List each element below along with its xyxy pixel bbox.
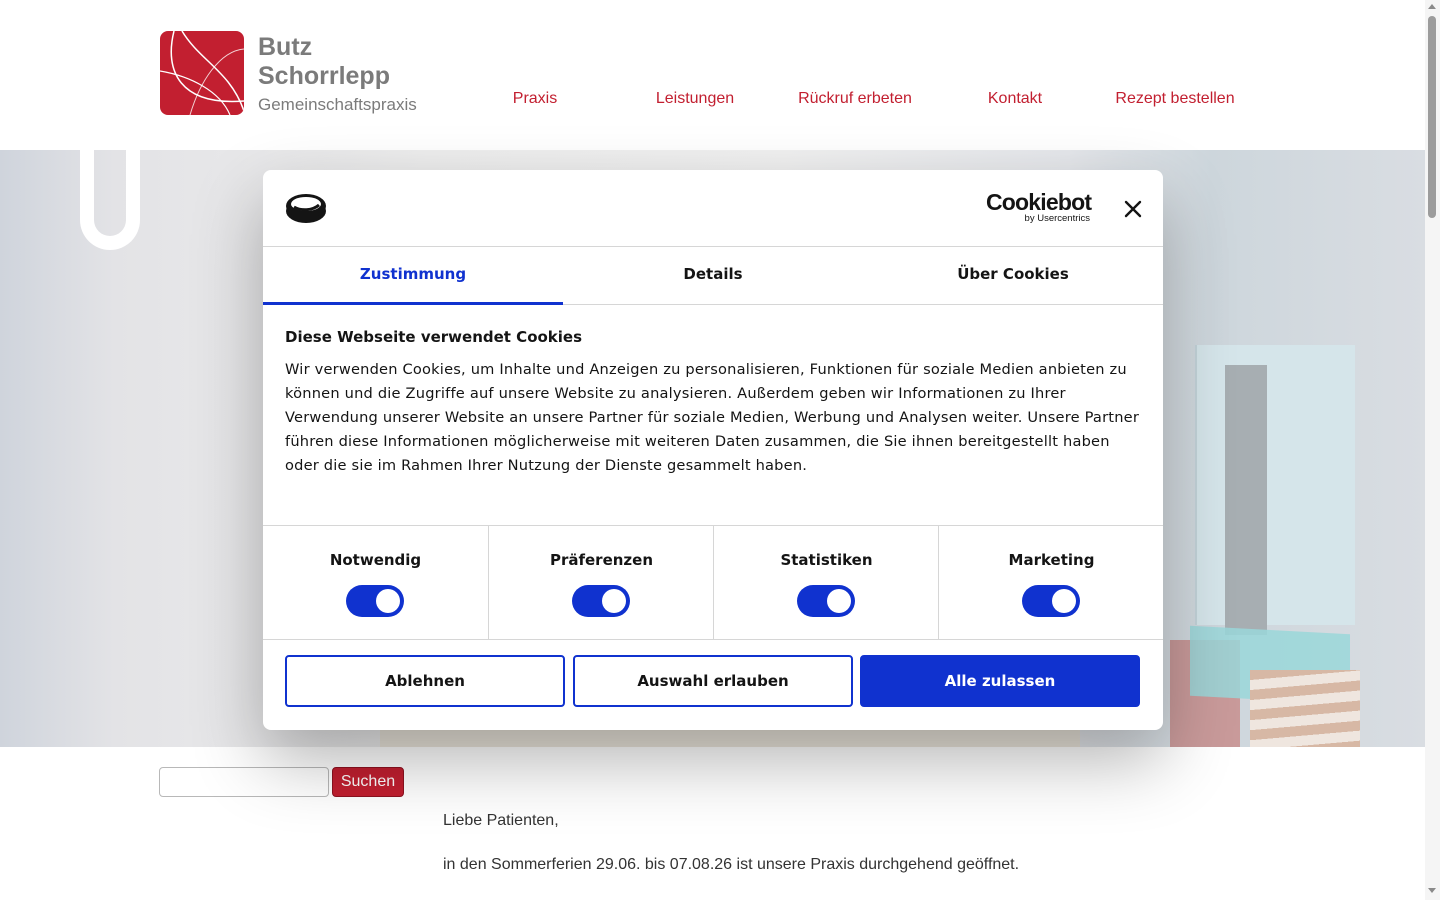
main-nav: Praxis Leistungen Rückruf erbeten Kontak…	[455, 90, 1270, 116]
logo-curves-graphic	[160, 31, 244, 115]
greeting-text: Liebe Patienten,	[443, 812, 559, 829]
holiday-notice-text: in den Sommerferien 29.06. bis 07.08.26 …	[443, 856, 1020, 873]
category-label: Statistiken	[780, 551, 873, 569]
logo-line1: Butz	[258, 33, 313, 61]
scroll-up-icon[interactable]	[1428, 4, 1436, 9]
nav-item-kontakt[interactable]: Kontakt	[988, 90, 1042, 108]
dialog-header: Cookiebot by Usercentrics	[263, 170, 1163, 247]
nav-item-rezept[interactable]: Rezept bestellen	[1115, 90, 1234, 108]
dialog-description: Wir verwenden Cookies, um Inhalte und An…	[285, 361, 1140, 474]
search-button[interactable]: Suchen	[332, 767, 404, 797]
toggle-knob	[827, 589, 851, 613]
consent-categories: Notwendig Präferenzen Statistiken Market…	[263, 525, 1163, 640]
close-icon[interactable]	[1121, 197, 1145, 221]
toggle-knob	[1052, 589, 1076, 613]
category-label: Notwendig	[329, 551, 422, 569]
cookiebot-logo[interactable]: Cookiebot by Usercentrics	[986, 189, 1092, 224]
allow-selection-button[interactable]: Auswahl erlauben	[573, 655, 853, 707]
decline-button[interactable]: Ablehnen	[285, 655, 565, 707]
tab-details[interactable]: Details	[563, 247, 863, 305]
toggle-statistiken[interactable]	[797, 585, 855, 617]
brand-byline: by Usercentrics	[1024, 213, 1090, 224]
dialog-tabs: Zustimmung Details Über Cookies	[263, 247, 1163, 305]
search-input[interactable]	[159, 767, 329, 797]
practice-logo-icon[interactable]	[160, 31, 244, 115]
page-scrollbar[interactable]	[1425, 0, 1440, 900]
toggle-marketing[interactable]	[1022, 585, 1080, 617]
toggle-knob	[602, 589, 626, 613]
logo-subtitle: Gemeinschaftspraxis	[258, 95, 417, 114]
tab-zustimmung[interactable]: Zustimmung	[263, 247, 563, 305]
brand-name: Cookiebot	[986, 189, 1092, 215]
cookiebot-badge-icon	[285, 192, 327, 228]
scroll-down-icon[interactable]	[1428, 888, 1436, 893]
scroll-thumb[interactable]	[1428, 16, 1436, 218]
toggle-notwendig[interactable]	[346, 585, 404, 617]
nav-item-rueckruf[interactable]: Rückruf erbeten	[798, 90, 912, 108]
dialog-title: Diese Webseite verwendet Cookies	[285, 328, 583, 346]
nav-item-leistungen[interactable]: Leistungen	[656, 90, 734, 108]
logo-line2: Schorrlepp	[258, 62, 390, 90]
category-praeferenzen: Präferenzen	[488, 526, 713, 640]
hero-door	[1225, 365, 1267, 635]
hero-slats	[1250, 670, 1360, 747]
category-label: Präferenzen	[549, 551, 654, 569]
tab-ueber-cookies[interactable]: Über Cookies	[863, 247, 1163, 305]
hero-cabinet	[1195, 345, 1355, 625]
toggle-praeferenzen[interactable]	[572, 585, 630, 617]
category-notwendig: Notwendig	[263, 526, 488, 640]
hero-wall-ring	[80, 150, 140, 250]
category-statistiken: Statistiken	[713, 526, 938, 640]
allow-all-button[interactable]: Alle zulassen	[860, 655, 1140, 707]
logo-wordmark[interactable]: Butz Schorrlepp Gemeinschaftspraxis	[258, 33, 417, 117]
cookie-consent-dialog: Cookiebot by Usercentrics Zustimmung Det…	[263, 170, 1163, 730]
category-label: Marketing	[1008, 551, 1095, 569]
category-marketing: Marketing	[938, 526, 1163, 640]
nav-item-praxis[interactable]: Praxis	[513, 90, 557, 108]
toggle-knob	[376, 589, 400, 613]
